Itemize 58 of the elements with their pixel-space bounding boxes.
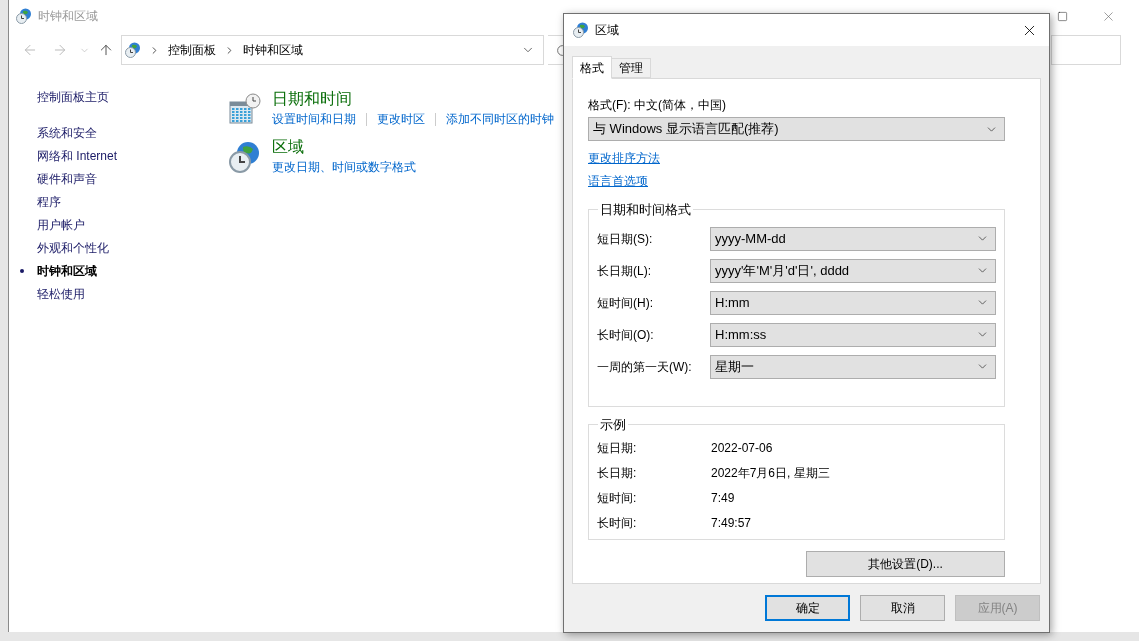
sidebar-item[interactable]: 外观和个性化	[37, 238, 109, 257]
tab[interactable]: 格式	[572, 56, 612, 79]
search-field[interactable]	[1051, 35, 1121, 65]
dialog-button[interactable]: 确定	[765, 595, 850, 621]
format-dropdown[interactable]: 与 Windows 显示语言匹配(推荐)	[588, 117, 1005, 141]
sidebar-home-link[interactable]: 控制面板主页	[37, 88, 229, 108]
category-title[interactable]: 日期和时间	[272, 88, 554, 110]
format-dropdown[interactable]: yyyy-MM-dd	[710, 226, 996, 251]
sidebar-item[interactable]: 系统和安全	[37, 123, 97, 142]
format-row-label: 短日期(S):	[597, 230, 654, 248]
category-link[interactable]: 设置时间和日期	[272, 110, 356, 128]
example-value: 7:49:57	[711, 514, 752, 532]
globe-clock-icon	[229, 141, 261, 173]
example-value: 7:49	[711, 489, 735, 507]
globe-clock-icon	[125, 42, 141, 58]
tab[interactable]: 管理	[612, 58, 651, 78]
globe-clock-icon	[573, 22, 589, 38]
arrow-right-icon	[52, 42, 68, 58]
format-label: 格式(F): 中文(简体，中国)	[588, 97, 727, 114]
format-row-label: 长时间(O):	[597, 326, 655, 344]
example-label: 长日期:	[597, 464, 638, 482]
category-link[interactable]: 添加不同时区的时钟	[446, 110, 554, 128]
more-settings-button[interactable]: 其他设置(D)...	[806, 551, 1005, 577]
dialog-button[interactable]: 取消	[860, 595, 945, 621]
format-row-label: 短时间(H):	[597, 294, 654, 312]
category-link[interactable]: 更改时区	[377, 110, 425, 128]
sidebar-item[interactable]: 时钟和区域	[37, 261, 97, 280]
globe-clock-icon	[16, 8, 32, 24]
sidebar-item[interactable]: 程序	[37, 192, 61, 211]
settings-link[interactable]: 更改排序方法	[588, 149, 660, 167]
format-row-label: 一周的第一天(W):	[597, 358, 693, 376]
format-dropdown[interactable]: yyyy'年'M'月'd'日', dddd	[710, 258, 996, 283]
format-dropdown[interactable]: H:mm:ss	[710, 322, 996, 347]
format-row-label: 长日期(L):	[597, 262, 652, 280]
maximize-icon	[1056, 10, 1068, 22]
category-title[interactable]: 区域	[272, 136, 416, 158]
calendar-clock-icon	[229, 93, 261, 125]
window-title: 时钟和区域	[38, 8, 98, 25]
bullet-icon	[20, 268, 24, 273]
sidebar-item[interactable]: 网络和 Internet	[37, 146, 118, 165]
sidebar-item[interactable]: 轻松使用	[37, 284, 85, 303]
format-dropdown[interactable]: 星期一	[710, 354, 996, 379]
group-title: 示例	[599, 416, 627, 434]
sidebar-item[interactable]: 用户帐户	[37, 215, 85, 234]
address-bar[interactable]: 控制面板 时钟和区域	[121, 35, 544, 65]
breadcrumb-item[interactable]: 时钟和区域	[243, 41, 303, 59]
example-label: 短时间:	[597, 489, 638, 507]
format-dropdown[interactable]: H:mm	[710, 290, 996, 315]
settings-link[interactable]: 语言首选项	[588, 172, 648, 190]
dialog-title: 区域	[595, 22, 619, 39]
example-value: 2022年7月6日, 星期三	[711, 464, 830, 482]
category-link[interactable]: 更改日期、时间或数字格式	[272, 158, 416, 176]
example-value: 2022-07-06	[711, 439, 773, 457]
breadcrumb-item[interactable]: 控制面板	[168, 41, 216, 59]
example-label: 短日期:	[597, 439, 638, 457]
example-label: 长时间:	[597, 514, 638, 532]
group-title: 日期和时间格式	[599, 201, 692, 219]
sidebar-item[interactable]: 硬件和声音	[37, 169, 97, 188]
